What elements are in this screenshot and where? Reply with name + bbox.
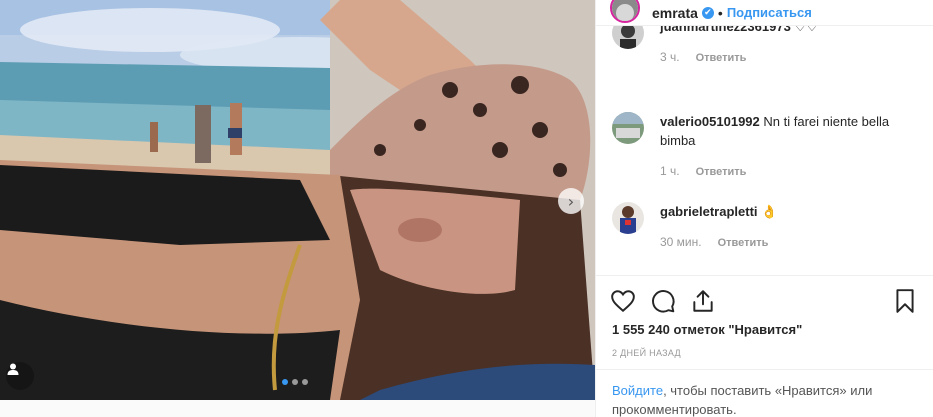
login-prompt: Войдите, чтобы поставить «Нравится» или … — [596, 369, 933, 417]
comment-time[interactable]: 1 ч. — [660, 162, 680, 181]
chevron-right-icon: › — [567, 191, 575, 211]
post-side-panel: emrata ✔ • Подписаться juanmartinez23619… — [595, 0, 933, 417]
comment-emoji: ♡♡ — [794, 26, 818, 34]
post-actions-bar — [596, 275, 933, 325]
tagged-users-button[interactable] — [6, 362, 34, 390]
reply-button[interactable]: Ответить — [718, 234, 769, 253]
comment-item: gabrieletrapletti 👌 30 мин. Ответить — [612, 202, 920, 253]
photo-bottom-strip — [0, 400, 595, 417]
comment-username[interactable]: valerio05101992 — [660, 114, 760, 129]
bookmark-icon[interactable] — [892, 288, 918, 314]
carousel-indicator — [282, 379, 308, 385]
login-link[interactable]: Войдите — [612, 383, 663, 398]
follow-button[interactable]: Подписаться — [727, 5, 812, 20]
carousel-dot — [292, 379, 298, 385]
reply-button[interactable]: Ответить — [696, 163, 747, 182]
carousel-dot — [302, 379, 308, 385]
comment-item: juanmartinez2361973 ♡♡ 3 ч. Ответить — [612, 26, 920, 68]
comment-time[interactable]: 3 ч. — [660, 48, 680, 67]
comment-emoji: 👌 — [761, 204, 778, 219]
commenter-avatar[interactable] — [612, 26, 644, 49]
commenter-avatar[interactable] — [612, 202, 644, 234]
post-photo[interactable]: › — [0, 0, 595, 400]
share-icon[interactable] — [690, 288, 716, 314]
photo-image — [0, 0, 595, 400]
author-avatar[interactable] — [610, 0, 640, 23]
comment-username[interactable]: juanmartinez2361973 — [660, 26, 791, 34]
comment-icon[interactable] — [650, 288, 676, 314]
verified-badge-icon: ✔ — [701, 6, 714, 19]
comments-list[interactable]: juanmartinez2361973 ♡♡ 3 ч. Ответить val… — [596, 26, 933, 274]
carousel-dot — [282, 379, 288, 385]
comment-username[interactable]: gabrieletrapletti — [660, 204, 758, 219]
commenter-avatar[interactable] — [612, 112, 644, 144]
user-tag-icon — [7, 363, 19, 375]
author-username[interactable]: emrata — [652, 5, 698, 21]
post-header: emrata ✔ • Подписаться — [596, 0, 933, 26]
comment-item: valerio05101992 Nn ti farei niente bella… — [612, 112, 920, 182]
carousel-next-button[interactable]: › — [558, 188, 584, 214]
likes-count[interactable]: 1 555 240 отметок "Нравится" — [612, 322, 802, 337]
reply-button[interactable]: Ответить — [696, 49, 747, 68]
comment-time[interactable]: 30 мин. — [660, 233, 702, 252]
header-separator: • — [717, 4, 723, 21]
post-timestamp[interactable]: 2 ДНЕЙ НАЗАД — [612, 348, 681, 358]
heart-icon[interactable] — [610, 288, 636, 314]
